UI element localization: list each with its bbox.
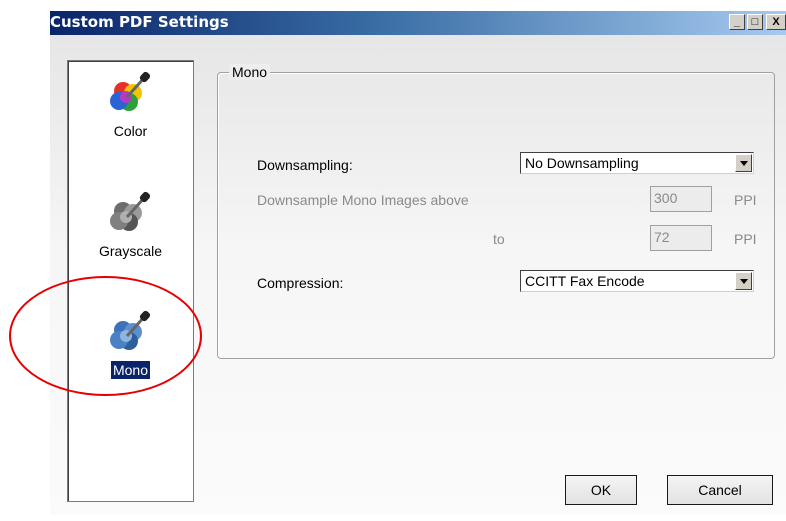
sidebar-item-label: Color [113, 123, 148, 139]
downsample-above-unit: PPI [734, 192, 757, 208]
color-dropper-icon [109, 69, 153, 119]
sidebar-item-color[interactable]: Color [68, 69, 193, 149]
downsampling-select[interactable]: No Downsampling [520, 152, 754, 174]
downsample-to-label: to [493, 231, 505, 247]
close-button[interactable]: X [766, 14, 786, 30]
downsampling-label: Downsampling: [257, 157, 353, 173]
window-title: Custom PDF Settings [50, 13, 229, 31]
downsample-above-field[interactable]: 300 [650, 186, 712, 212]
minimize-button[interactable]: _ [729, 14, 745, 30]
title-bar[interactable]: Custom PDF Settings _ □ X [50, 11, 786, 35]
sidebar-item-grayscale[interactable]: Grayscale [68, 189, 193, 269]
mono-group-box [217, 72, 775, 359]
mono-group-title: Mono [229, 64, 271, 80]
highlight-oval [9, 276, 202, 396]
grayscale-dropper-icon [109, 189, 153, 239]
custom-pdf-settings-window: Custom PDF Settings _ □ X Color Grayscal… [50, 11, 786, 521]
downsample-to-value: 72 [654, 229, 670, 245]
downsample-above-value: 300 [654, 190, 678, 206]
sidebar-item-label: Grayscale [98, 243, 163, 259]
compression-value: CCITT Fax Encode [525, 273, 645, 289]
compression-select[interactable]: CCITT Fax Encode [520, 270, 754, 292]
downsample-to-field[interactable]: 72 [650, 225, 712, 251]
ok-button[interactable]: OK [565, 475, 637, 505]
chevron-down-icon[interactable] [735, 154, 752, 172]
cancel-button[interactable]: Cancel [667, 475, 773, 505]
downsample-above-label: Downsample Mono Images above [257, 192, 469, 208]
dialog-client-area: Color Grayscale Mono Mono Downsampling: … [50, 35, 786, 515]
downsample-to-unit: PPI [734, 231, 757, 247]
compression-label: Compression: [257, 275, 344, 291]
maximize-button[interactable]: □ [747, 14, 763, 30]
chevron-down-icon[interactable] [735, 272, 752, 290]
downsampling-value: No Downsampling [525, 155, 639, 171]
